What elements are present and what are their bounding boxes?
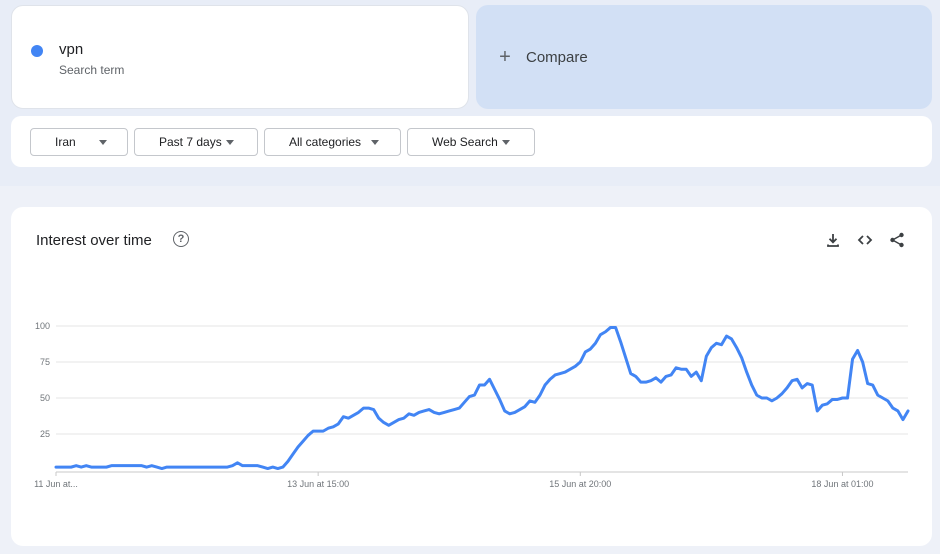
filter-bar: Iran Past 7 days All categories Web Sear…: [11, 116, 932, 167]
time-range-filter[interactable]: Past 7 days: [134, 128, 258, 156]
plus-icon: +: [499, 45, 511, 68]
x-tick-label: 18 Jun at 01:00: [811, 479, 873, 489]
search-term-card[interactable]: vpn Search term: [11, 5, 469, 109]
category-filter-label: All categories: [289, 135, 362, 149]
search-term-subtitle: Search term: [59, 63, 125, 77]
chevron-down-icon: [502, 140, 510, 145]
time-range-filter-label: Past 7 days: [159, 135, 222, 149]
y-tick-label: 50: [40, 393, 50, 403]
x-tick-label: 13 Jun at 15:00: [287, 479, 349, 489]
compare-button[interactable]: + Compare: [476, 5, 932, 109]
interest-over-time-card: Interest over time ? 25 50 75 100 11 Jun at.…: [11, 207, 932, 546]
category-filter[interactable]: All categories: [264, 128, 401, 156]
compare-label: Compare: [526, 48, 588, 66]
search-type-filter[interactable]: Web Search: [407, 128, 535, 156]
x-tick-label: 11 Jun at...: [34, 479, 78, 489]
region-filter-label: Iran: [55, 135, 76, 149]
search-term-name: vpn: [59, 41, 84, 58]
term-color-dot: [31, 45, 43, 57]
chevron-down-icon: [226, 140, 234, 145]
y-tick-label: 25: [40, 429, 50, 439]
chevron-down-icon: [371, 140, 379, 145]
y-tick-label: 75: [40, 357, 50, 367]
interest-chart: 25 50 75 100 11 Jun at... 13 Jun at 15:00 15 J…: [34, 321, 910, 489]
y-tick-label: 100: [35, 321, 50, 331]
search-type-filter-label: Web Search: [432, 135, 498, 149]
region-filter[interactable]: Iran: [30, 128, 128, 156]
x-tick-label: 15 Jun at 20:00: [549, 479, 611, 489]
chevron-down-icon: [99, 140, 107, 145]
